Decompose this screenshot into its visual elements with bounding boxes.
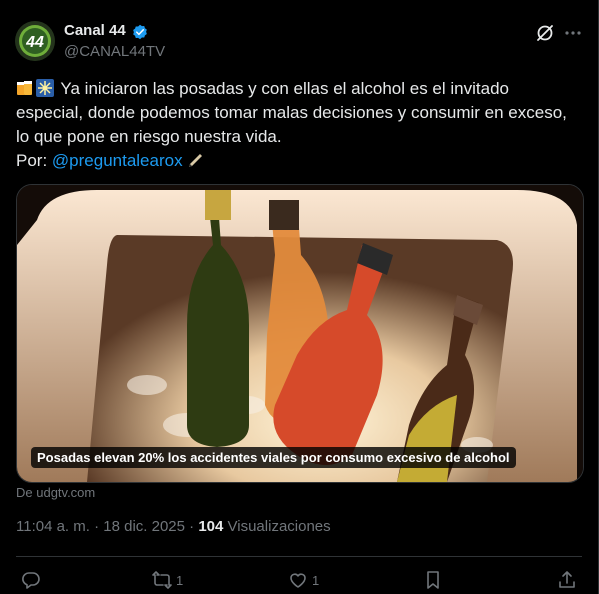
by-label: Por: bbox=[16, 151, 52, 170]
media-source[interactable]: De udgtv.com bbox=[16, 485, 95, 500]
bookmark-icon bbox=[427, 571, 439, 589]
author-handle[interactable]: @CANAL44TV bbox=[64, 43, 165, 60]
share-icon bbox=[559, 571, 575, 588]
svg-text:44: 44 bbox=[25, 34, 44, 51]
grok-icon[interactable] bbox=[535, 23, 555, 43]
tweet-media-image[interactable] bbox=[16, 184, 584, 483]
avatar[interactable]: 44 bbox=[15, 21, 55, 61]
repost-button[interactable]: 1 bbox=[152, 570, 183, 590]
tweet-body: Ya iniciaron las posadas y con ellas el … bbox=[16, 79, 567, 146]
repost-count: 1 bbox=[176, 572, 184, 588]
share-button[interactable] bbox=[557, 570, 577, 590]
repost-icon bbox=[152, 571, 172, 589]
more-icon[interactable] bbox=[563, 23, 583, 43]
tweet-meta: 11:04 a. m. · 18 dic. 2025 · 104 Visuali… bbox=[16, 518, 331, 535]
channel-logo-icon: 44 bbox=[15, 21, 55, 61]
beer-emoji-icon bbox=[17, 81, 32, 95]
reply-icon bbox=[22, 572, 40, 589]
reply-button[interactable] bbox=[21, 570, 45, 590]
bookmark-button[interactable] bbox=[423, 570, 443, 590]
separator bbox=[16, 556, 582, 557]
author-name[interactable]: Canal 44 bbox=[64, 22, 126, 39]
media-photo bbox=[17, 185, 583, 482]
sparkle-emoji-icon bbox=[36, 79, 54, 97]
verified-badge-icon bbox=[133, 24, 147, 40]
tweet-text: Ya iniciaron las posadas y con ellas el … bbox=[16, 77, 576, 173]
mention-link[interactable]: @preguntalearox bbox=[52, 151, 183, 170]
timestamp[interactable]: 11:04 a. m. · 18 dic. 2025 · bbox=[16, 518, 198, 535]
media-caption: Posadas elevan 20% los accidentes viales… bbox=[31, 447, 516, 468]
views-label: Visualizaciones bbox=[223, 518, 331, 535]
like-count: 1 bbox=[312, 572, 320, 588]
like-icon bbox=[290, 573, 306, 588]
like-button[interactable]: 1 bbox=[288, 570, 319, 590]
views-count: 104 bbox=[198, 518, 224, 535]
pen-emoji-icon bbox=[189, 154, 203, 167]
